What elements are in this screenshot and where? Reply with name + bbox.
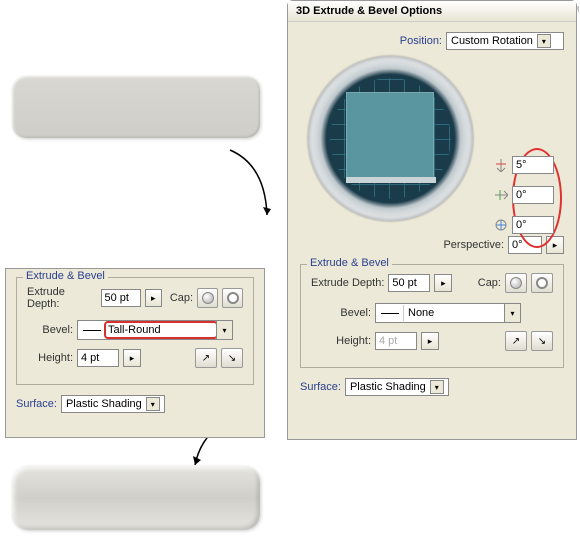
extrude-legend: Extrude & Bevel <box>307 257 392 269</box>
cap-off-button[interactable] <box>531 273 553 293</box>
axis-z-input[interactable]: 0° <box>512 216 554 234</box>
bevel-in-button[interactable]: ↗ <box>505 331 527 351</box>
position-label: Position: <box>400 35 442 47</box>
surface-label: Surface: <box>300 381 341 393</box>
height-stepper: ▸ <box>421 332 439 350</box>
extrude-legend: Extrude & Bevel <box>23 270 108 282</box>
bevel-out-button[interactable]: ↘ <box>221 348 243 368</box>
bevel-combo[interactable]: None ▾ <box>375 303 521 323</box>
chevron-down-icon[interactable]: ▾ <box>216 321 232 339</box>
perspective-input[interactable]: 0° <box>508 236 542 254</box>
bevel-out-button[interactable]: ↘ <box>531 331 553 351</box>
cap-label: Cap: <box>478 277 501 289</box>
cap-off-button[interactable] <box>222 288 243 308</box>
height-stepper[interactable]: ▸ <box>123 349 141 367</box>
position-combo[interactable]: Custom Rotation ▾ <box>446 32 564 50</box>
height-input[interactable]: 4 pt <box>77 349 119 367</box>
axis-z-icon <box>494 218 508 232</box>
position-value: Custom Rotation <box>451 35 533 47</box>
cap-hollow-icon <box>227 292 239 304</box>
cap-hollow-icon <box>536 277 548 289</box>
surface-combo[interactable]: Plastic Shading ▾ <box>61 395 165 413</box>
cap-solid-icon <box>202 292 214 304</box>
dialog-title: 3D Extrude & Bevel Options <box>288 1 576 22</box>
surface-value: Plastic Shading <box>350 381 426 393</box>
chevron-down-icon[interactable]: ▾ <box>430 380 444 394</box>
bevel-label: Bevel: <box>311 307 371 319</box>
height-input: 4 pt <box>375 332 417 350</box>
depth-input[interactable]: 50 pt <box>101 289 141 307</box>
arrow-icon <box>225 145 285 245</box>
axis-x-icon <box>494 158 508 172</box>
axis-y-input[interactable]: 0° <box>512 186 554 204</box>
extrude-bevel-group: Extrude & Bevel Extrude Depth: 50 pt ▸ C… <box>300 264 564 368</box>
depth-label: Extrude Depth: <box>311 277 384 289</box>
bevel-value: None <box>404 307 504 319</box>
bevel-combo[interactable]: Tall-Round ▾ <box>77 320 233 340</box>
depth-stepper[interactable]: ▸ <box>145 289 162 307</box>
cap-solid-icon <box>510 277 522 289</box>
chevron-down-icon[interactable]: ▾ <box>504 304 520 322</box>
position-row: Position: Custom Rotation ▾ <box>300 32 564 50</box>
cap-on-button[interactable] <box>197 288 218 308</box>
height-label: Height: <box>311 335 371 347</box>
bevel-label: Bevel: <box>27 324 73 336</box>
extrude-bevel-settings-panel: Extrude & Bevel Extrude Depth: 50 pt ▸ C… <box>5 268 265 438</box>
bevel-shape-icon <box>78 322 106 338</box>
cap-label: Cap: <box>170 292 193 304</box>
depth-stepper[interactable]: ▸ <box>434 274 452 292</box>
depth-input[interactable]: 50 pt <box>388 274 430 292</box>
bevel-shape-icon <box>376 305 404 321</box>
chevron-down-icon[interactable]: ▾ <box>537 34 551 48</box>
chevron-down-icon[interactable]: ▾ <box>146 397 160 411</box>
bevel-button-sample <box>12 466 260 530</box>
surface-label: Surface: <box>16 398 57 410</box>
perspective-stepper[interactable]: ▸ <box>546 236 564 254</box>
extrude-bevel-dialog: 3D Extrude & Bevel Options Position: Cus… <box>287 0 577 440</box>
extrude-bevel-group: Extrude & Bevel Extrude Depth: 50 pt ▸ C… <box>16 277 254 385</box>
bevel-in-button[interactable]: ↗ <box>195 348 217 368</box>
rotation-preview[interactable] <box>308 56 473 221</box>
flat-button-sample <box>12 76 260 138</box>
axis-x-input[interactable]: 5° <box>512 156 554 174</box>
axis-y-icon <box>494 188 508 202</box>
surface-value: Plastic Shading <box>66 398 142 410</box>
depth-label: Extrude Depth: <box>27 286 97 310</box>
preview-cube <box>346 92 434 178</box>
height-label: Height: <box>27 352 73 364</box>
cap-on-button[interactable] <box>505 273 527 293</box>
perspective-label: Perspective: <box>443 239 504 251</box>
surface-combo[interactable]: Plastic Shading ▾ <box>345 378 449 396</box>
bevel-value: Tall-Round <box>104 321 218 339</box>
